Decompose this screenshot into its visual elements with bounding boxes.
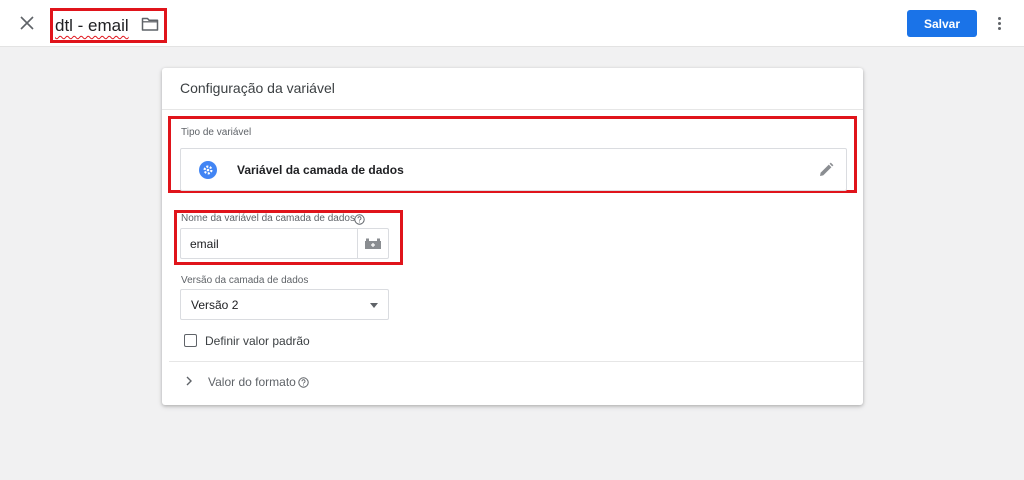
close-icon bbox=[20, 16, 34, 30]
variable-type-name: Variável da camada de dados bbox=[237, 163, 404, 177]
close-button[interactable] bbox=[16, 12, 38, 34]
default-value-checkbox[interactable] bbox=[184, 334, 197, 347]
variable-picker-icon bbox=[365, 238, 381, 249]
datalayer-name-label: Nome da variável da camada de dados bbox=[181, 213, 355, 224]
more-options-button[interactable] bbox=[991, 12, 1007, 34]
help-icon[interactable] bbox=[298, 377, 309, 388]
datalayer-version-value: Versão 2 bbox=[191, 298, 239, 312]
folder-icon[interactable] bbox=[141, 16, 159, 32]
card-title: Configuração da variável bbox=[180, 80, 335, 96]
gear-icon bbox=[199, 161, 217, 179]
format-value-label: Valor do formato bbox=[208, 375, 296, 389]
save-button[interactable]: Salvar bbox=[907, 10, 977, 37]
variable-type-selector[interactable]: Variável da camada de dados bbox=[180, 148, 847, 191]
chevron-right-icon bbox=[186, 376, 192, 386]
pencil-icon[interactable] bbox=[817, 161, 835, 179]
section-divider bbox=[169, 361, 863, 362]
variable-config-card: Configuração da variável Tipo de variáve… bbox=[162, 68, 863, 405]
card-divider bbox=[162, 109, 863, 110]
format-value-expander[interactable]: Valor do formato bbox=[180, 373, 340, 393]
help-icon[interactable] bbox=[354, 214, 365, 225]
datalayer-version-select[interactable]: Versão 2 bbox=[180, 289, 389, 320]
top-bar: dtl - email Salvar bbox=[0, 0, 1024, 47]
variable-picker-button[interactable] bbox=[357, 229, 388, 258]
default-value-label[interactable]: Definir valor padrão bbox=[205, 334, 310, 348]
datalayer-name-input[interactable] bbox=[181, 229, 357, 258]
variable-title[interactable]: dtl - email bbox=[55, 16, 129, 36]
more-vert-icon bbox=[997, 16, 1001, 20]
caret-down-icon bbox=[370, 303, 378, 308]
datalayer-version-label: Versão da camada de dados bbox=[181, 275, 309, 286]
datalayer-name-field bbox=[180, 228, 389, 259]
variable-type-label: Tipo de variável bbox=[181, 127, 252, 138]
